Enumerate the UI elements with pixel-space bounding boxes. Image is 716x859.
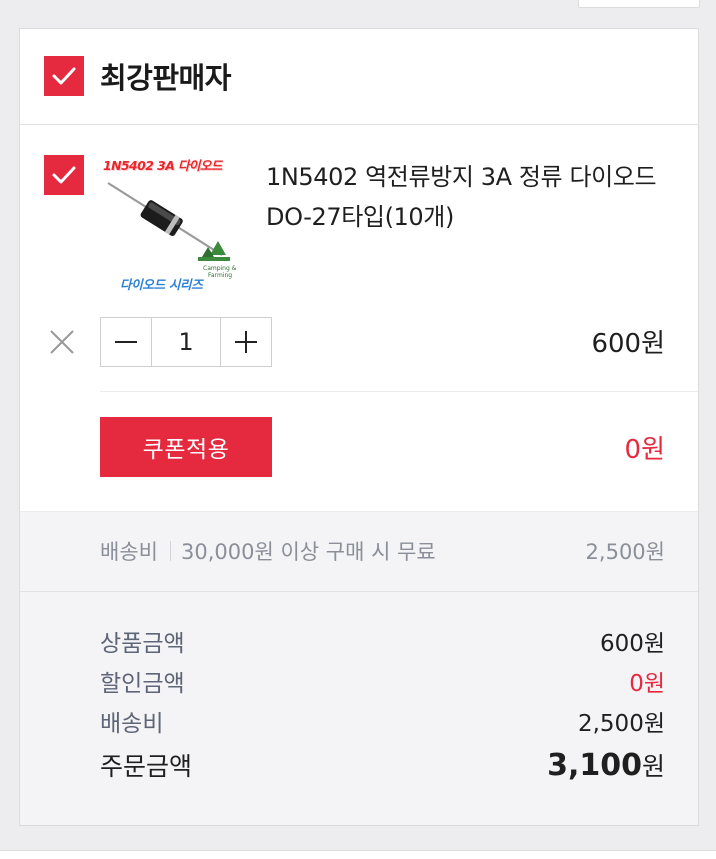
coupon-discount-amount: 0원 <box>624 435 665 465</box>
product-amount-value: 600원 <box>599 631 665 657</box>
shipping-info: 배송비 30,000원 이상 구매 시 무료 2,500원 <box>20 511 698 592</box>
shipping-summary-label: 배송비 <box>100 711 164 737</box>
check-icon <box>52 67 76 85</box>
free-shipping-condition: 30,000원 이상 구매 시 무료 <box>180 540 436 564</box>
product-name-link[interactable]: 1N5402 역전류방지 3A 정류 다이오드 DO-27타입(10개) <box>266 157 676 237</box>
order-summary: 상품금액 600원 할인금액 0원 배송비 2,500원 주문금액 3,100원 <box>20 591 698 825</box>
cart-seller-group: 최강판매자 1N5402 3A 다이오드 Camping & Farming 다… <box>19 28 699 826</box>
item-select-checkbox[interactable] <box>44 155 84 195</box>
brand-badge-line1: Camping & <box>203 265 237 272</box>
divider <box>100 391 698 392</box>
shipping-summary-value: 2,500원 <box>577 711 665 737</box>
order-total-unit: 원 <box>641 752 665 781</box>
summary-row-discount: 할인금액 0원 <box>100 664 665 698</box>
increase-quantity-button[interactable] <box>221 318 271 366</box>
summary-row-total: 주문금액 3,100원 <box>100 747 665 783</box>
summary-row-product: 상품금액 600원 <box>100 624 665 658</box>
product-thumbnail[interactable]: 1N5402 3A 다이오드 Camping & Farming 다이오드 시리… <box>100 151 238 297</box>
check-icon <box>52 166 76 184</box>
minus-icon <box>115 341 137 343</box>
seller-select-checkbox[interactable] <box>44 56 84 96</box>
remove-item-button[interactable] <box>44 327 80 357</box>
order-total-label: 주문금액 <box>100 752 193 781</box>
seller-header: 최강판매자 <box>20 29 698 125</box>
top-button-edge <box>578 0 700 8</box>
order-total-number: 3,100 <box>547 748 642 783</box>
shipping-fee: 2,500원 <box>585 540 665 564</box>
summary-row-shipping: 배송비 2,500원 <box>100 704 665 738</box>
plus-icon <box>235 331 257 353</box>
discount-label: 할인금액 <box>100 671 185 697</box>
quantity-input[interactable]: 1 <box>151 318 221 366</box>
close-icon <box>50 330 74 354</box>
separator <box>169 541 171 561</box>
brand-badge-line2: Farming <box>208 272 233 279</box>
quantity-stepper: 1 <box>100 317 272 367</box>
discount-value: 0원 <box>629 671 665 697</box>
product-amount-label: 상품금액 <box>100 631 185 657</box>
shipping-row: 배송비 30,000원 이상 구매 시 무료 <box>100 536 436 566</box>
shipping-label: 배송비 <box>100 540 158 564</box>
order-total-value: 3,100원 <box>547 747 665 783</box>
thumbnail-series-text: 다이오드 시리즈 <box>120 277 203 292</box>
item-price: 600원 <box>591 329 665 359</box>
apply-coupon-button[interactable]: 쿠폰적용 <box>100 417 272 477</box>
seller-name: 최강판매자 <box>100 61 231 95</box>
decrease-quantity-button[interactable] <box>101 318 151 366</box>
